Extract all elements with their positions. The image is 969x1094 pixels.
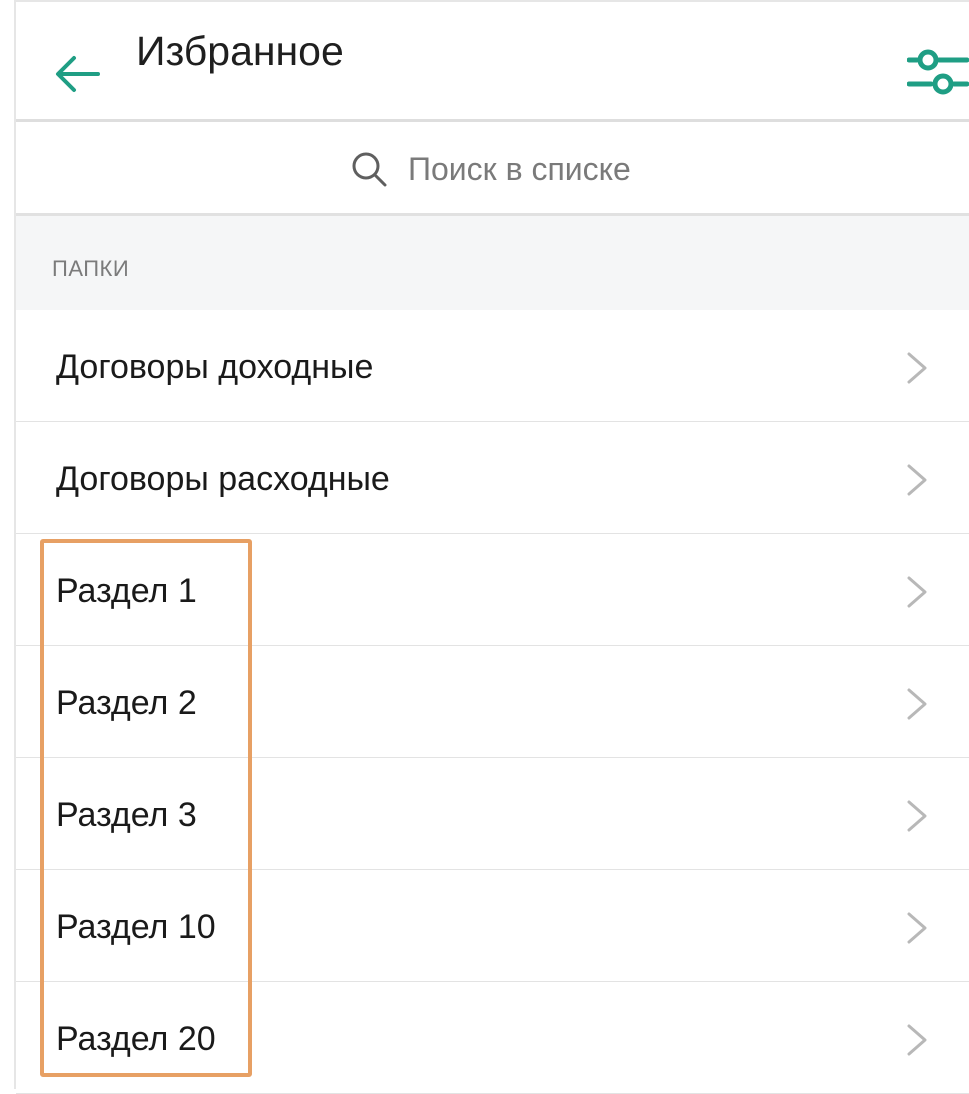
list-item-label: Раздел 10 [56, 908, 216, 946]
search-field[interactable]: Поиск в списке [350, 146, 631, 192]
top-app-bar: Избранное [16, 0, 969, 122]
arrow-left-icon [56, 56, 100, 92]
list-item[interactable]: Раздел 1 [16, 534, 969, 646]
search-bar[interactable]: Поиск в списке [16, 122, 969, 216]
chevron-right-icon [907, 1024, 927, 1056]
list-item[interactable]: Договоры доходные [16, 310, 969, 422]
list-item-label: Договоры доходные [56, 348, 374, 386]
chevron-right-icon [907, 912, 927, 944]
sliders-icon [906, 49, 969, 95]
list-item-label: Раздел 2 [56, 684, 197, 722]
list-item-label: Раздел 20 [56, 1020, 216, 1058]
chevron-right-icon [907, 576, 927, 608]
folder-list: Договоры доходные Договоры расходные Раз… [16, 310, 969, 1094]
list-item[interactable]: Раздел 20 [16, 982, 969, 1094]
favorites-screen: Избранное Поиск в списке ПАПКИ Договоры … [14, 0, 969, 1094]
list-item-label: Договоры расходные [56, 460, 390, 498]
back-button[interactable] [52, 52, 102, 96]
chevron-right-icon [907, 688, 927, 720]
list-item[interactable]: Раздел 3 [16, 758, 969, 870]
list-item[interactable]: Договоры расходные [16, 422, 969, 534]
chevron-right-icon [907, 800, 927, 832]
section-header-folders: ПАПКИ [16, 216, 969, 310]
list-item[interactable]: Раздел 10 [16, 870, 969, 982]
list-item-label: Раздел 3 [56, 796, 197, 834]
chevron-right-icon [907, 464, 927, 496]
chevron-right-icon [907, 352, 927, 384]
search-icon [352, 152, 387, 187]
section-label: ПАПКИ [52, 256, 130, 281]
list-item[interactable]: Раздел 2 [16, 646, 969, 758]
search-placeholder: Поиск в списке [408, 150, 631, 187]
list-item-label: Раздел 1 [56, 572, 197, 610]
page-title: Избранное [136, 28, 344, 74]
filter-button[interactable] [906, 42, 969, 100]
